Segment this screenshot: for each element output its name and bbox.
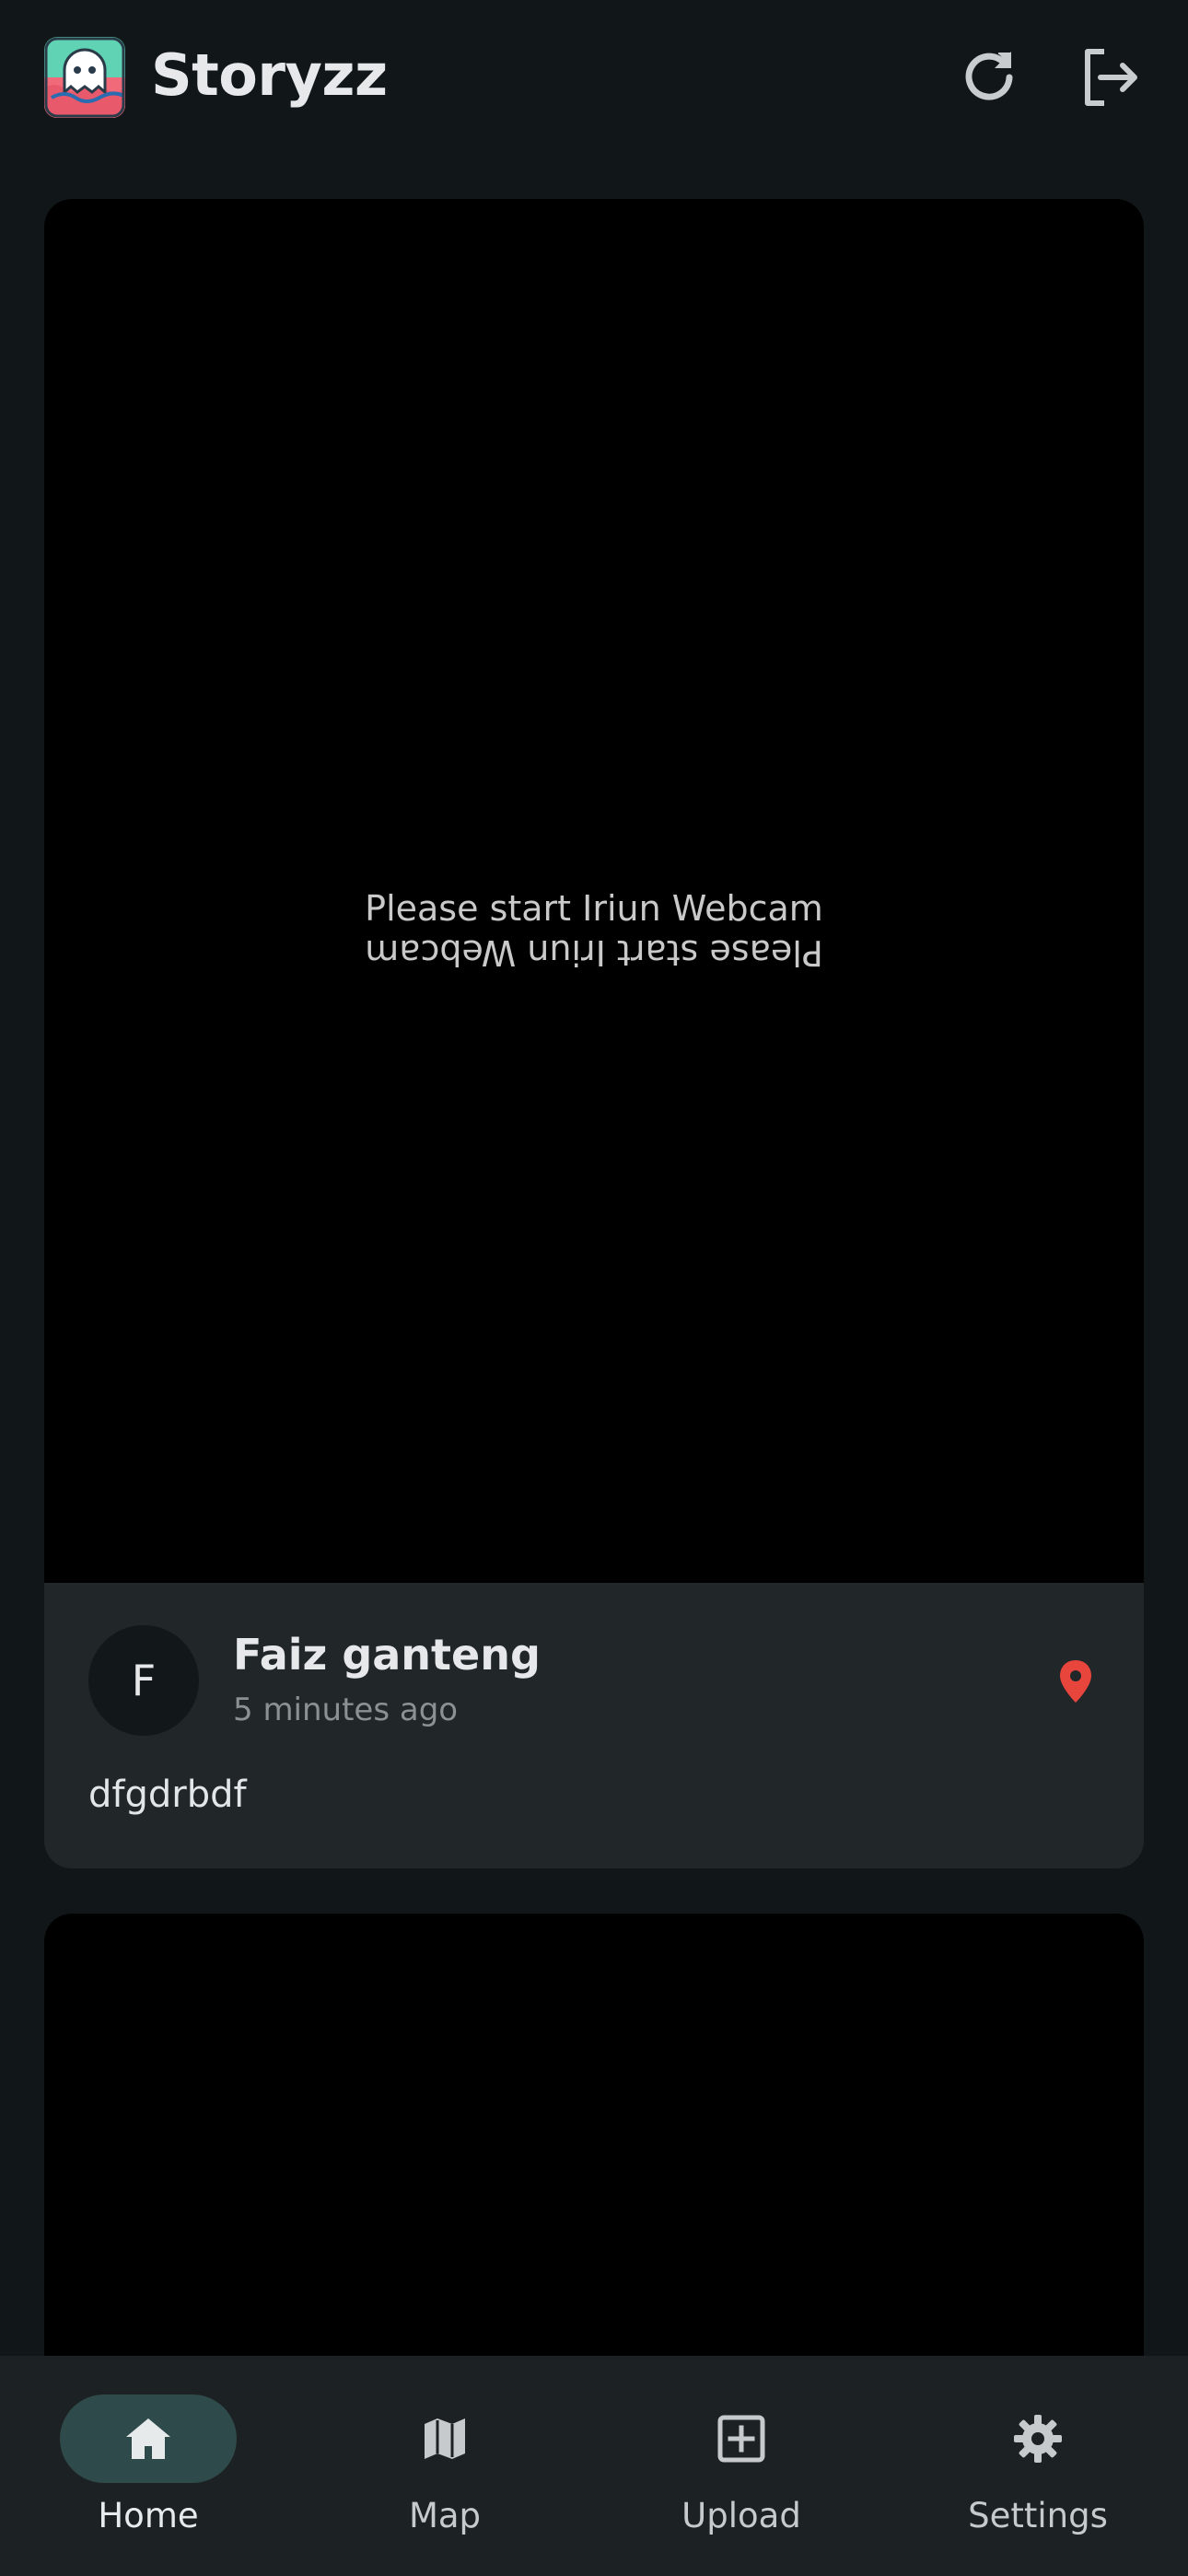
location-pin-icon[interactable] [1048,1655,1103,1710]
story-author: Faiz ganteng [233,1630,541,1680]
story-photo [44,1914,1144,2356]
avatar: F [88,1625,199,1736]
add-box-icon [717,2415,765,2463]
nav-label: Map [408,2496,482,2535]
nav-item-upload[interactable]: Upload [593,2356,890,2576]
home-icon [126,2418,170,2459]
logout-icon [1085,49,1137,106]
nav-item-map[interactable]: Map [297,2356,593,2576]
story-description: dfgdrbdf [88,1774,247,1816]
story-feed[interactable]: Please start Iriun Webcam Please start I… [0,155,1188,2356]
storyzz-logo-icon [44,37,125,118]
story-time: 5 minutes ago [233,1692,459,1728]
bottom-navigation: Home Map Upload Settings [0,2356,1188,2576]
nav-label: Settings [968,2496,1108,2535]
photo-text: Please start Iriun Webcam [365,888,823,929]
app-title: Storyzz [151,41,388,109]
nav-label: Home [98,2496,199,2535]
story-photo: Please start Iriun Webcam Please start I… [44,199,1144,1583]
settings-icon [1014,2415,1062,2463]
nav-item-home[interactable]: Home [0,2356,297,2576]
app-bar: Storyzz [0,0,1188,155]
refresh-button[interactable] [952,41,1026,114]
nav-item-settings[interactable]: Settings [890,2356,1186,2576]
story-card[interactable] [44,1914,1144,2356]
nav-label: Upload [681,2496,801,2535]
map-icon [425,2418,465,2459]
story-card[interactable]: Please start Iriun Webcam Please start I… [44,199,1144,1868]
refresh-icon [965,52,1013,100]
photo-text-mirrored: Please start Iriun Webcam [365,932,823,973]
logout-button[interactable] [1073,41,1147,114]
